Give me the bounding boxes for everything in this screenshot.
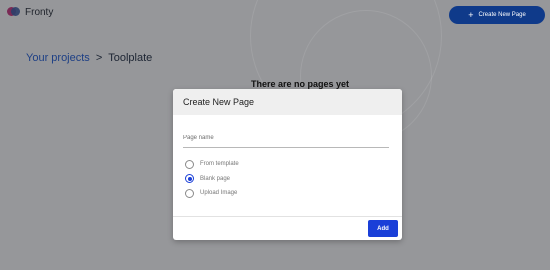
modal-header: Create New Page (173, 89, 402, 115)
option-from-template[interactable]: From template (185, 157, 239, 172)
radio-blank-page[interactable] (185, 174, 194, 184)
option-label: From template (200, 161, 239, 168)
logo-icon (7, 6, 21, 18)
radio-from-template[interactable] (185, 159, 194, 169)
plus-icon: + (468, 9, 474, 20)
create-page-modal: Create New Page From template Blank page… (173, 89, 402, 240)
empty-state-message: There are no pages yet (250, 79, 350, 89)
modal-title: Create New Page (183, 97, 255, 107)
create-new-page-button[interactable]: + Create New Page (449, 6, 545, 24)
modal-footer-divider (173, 216, 402, 217)
option-label: Upload Image (200, 190, 238, 197)
option-blank-page[interactable]: Blank page (185, 172, 239, 187)
breadcrumb-separator: > (95, 52, 103, 64)
radio-upload-image[interactable] (185, 188, 194, 198)
app-logo[interactable]: Fronty (7, 6, 53, 18)
breadcrumb-your-projects[interactable]: Your projects (26, 52, 90, 64)
add-button[interactable]: Add (368, 220, 398, 237)
page-name-field (183, 126, 389, 148)
create-new-page-label: Create New Page (478, 12, 526, 18)
breadcrumb-current: Toolplate (108, 52, 153, 64)
page-source-options: From template Blank page Upload Image (185, 157, 239, 201)
breadcrumb: Your projects > Toolplate (26, 52, 152, 64)
option-upload-image[interactable]: Upload Image (185, 186, 239, 201)
option-label: Blank page (200, 175, 231, 182)
page-name-input[interactable] (183, 135, 389, 141)
app-name: Fronty (25, 6, 54, 18)
